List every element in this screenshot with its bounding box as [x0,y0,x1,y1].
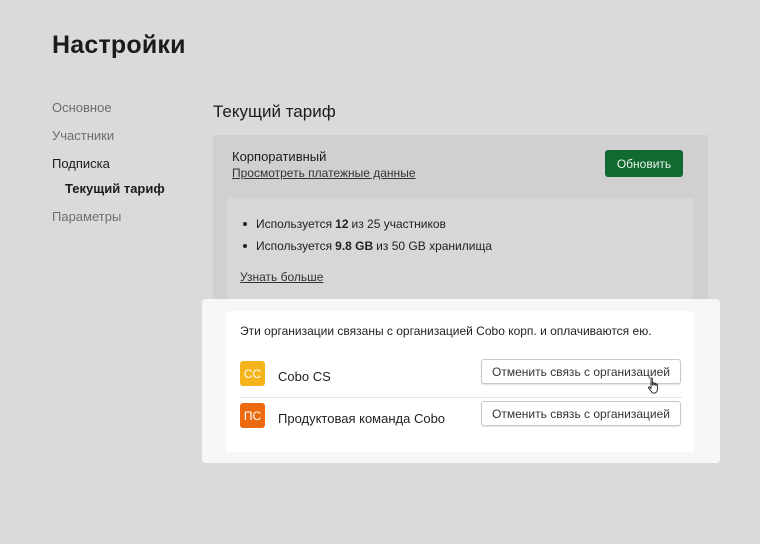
upgrade-button[interactable]: Обновить [605,150,683,177]
usage-item-members: Используется 12 из 25 участников [239,213,492,235]
linked-orgs-card: Эти организации связаны с организацией C… [226,311,694,452]
settings-nav: Основное Участники Подписка Текущий тари… [52,100,165,237]
learn-more-link[interactable]: Узнать больше [240,270,323,284]
usage-suffix: из 25 участников [351,217,446,231]
nav-item-subscription[interactable]: Подписка [52,156,165,184]
linked-orgs-intro: Эти организации связаны с организацией C… [240,324,652,338]
nav-item-members[interactable]: Участники [52,128,165,156]
nav-item-current-plan[interactable]: Текущий тариф [52,181,165,209]
plan-name: Корпоративный [232,149,327,164]
org-row: ПС Продуктовая команда Cobo Отменить свя… [240,401,682,439]
usage-prefix: Используется [256,217,333,231]
usage-value: 9.8 GB [335,239,374,253]
nav-item-general[interactable]: Основное [52,100,165,128]
org-row: CC Cobo CS Отменить связь с организацией [240,359,682,398]
unlink-org-button[interactable]: Отменить связь с организацией [481,401,681,426]
bullet-icon [243,244,247,248]
page-title: Настройки [52,31,186,59]
unlink-org-button[interactable]: Отменить связь с организацией [481,359,681,384]
usage-suffix: из 50 GB хранилища [376,239,492,253]
org-avatar: CC [240,361,265,386]
usage-prefix: Используется [256,239,333,253]
section-title: Текущий тариф [213,102,336,121]
org-name: Продуктовая команда Cobo [278,411,446,426]
usage-value: 12 [335,217,349,231]
usage-list: Используется 12 из 25 участников Использ… [239,213,492,257]
bullet-icon [243,222,247,226]
org-name: Cobo CS [278,369,331,384]
nav-item-preferences[interactable]: Параметры [52,209,165,237]
linked-orgs-highlight: Эти организации связаны с организацией C… [202,299,720,463]
usage-item-storage: Используется 9.8 GB из 50 GB хранилища [239,235,492,257]
billing-details-link[interactable]: Просмотреть платежные данные [232,166,416,180]
org-avatar: ПС [240,403,265,428]
